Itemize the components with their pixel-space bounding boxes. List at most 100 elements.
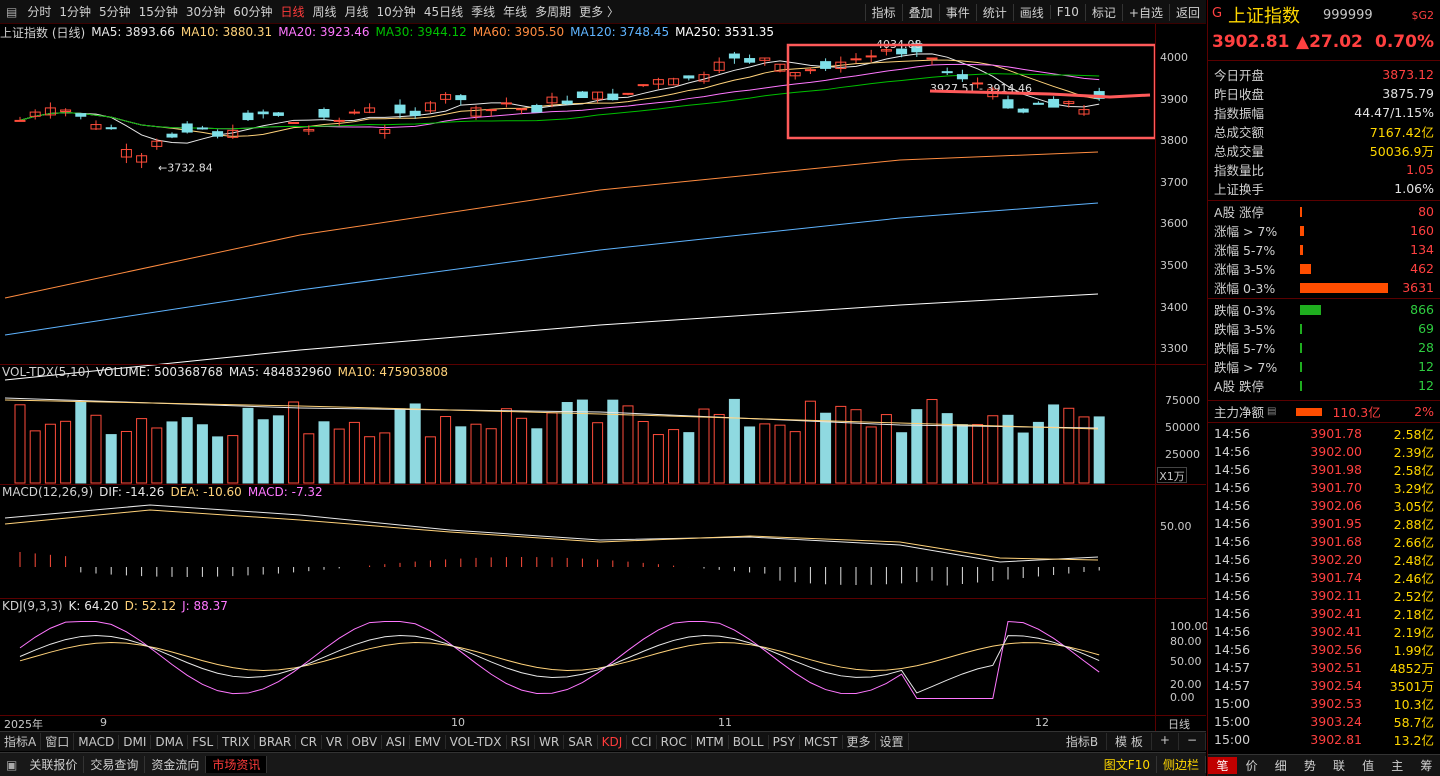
period-tab-3[interactable]: 15分钟 [135, 3, 182, 20]
indicator-tab-11[interactable]: EMV [410, 734, 446, 749]
kline-chart[interactable]: 4034.08←3732.843927.51 - 3914.46 [0, 40, 1155, 730]
indicator-tab-19[interactable]: MTM [692, 734, 729, 749]
toolbar-button-3[interactable]: 统计 [975, 3, 1013, 21]
tick-price: 3902.20 [1310, 551, 1362, 567]
breadth-value: 134 [1410, 242, 1434, 257]
main-flow-row: 主力净额 ▤ 110.3亿 2% [1214, 402, 1434, 421]
quote-tab-3[interactable]: 势 [1295, 757, 1324, 774]
indicator-tab-17[interactable]: CCI [627, 734, 657, 749]
tick-volume: 58.7亿 [1393, 714, 1434, 730]
indicator-tab-2[interactable]: DMI [119, 734, 152, 749]
indicator-a-button[interactable]: 指标A [0, 733, 42, 750]
stat-row: 总成交额 7167.42亿 [1214, 122, 1434, 141]
quote-tab-0[interactable]: 笔 [1208, 757, 1238, 774]
status-tab-1[interactable]: 交易查询 [84, 756, 146, 773]
indicator-tab-22[interactable]: MCST [800, 734, 843, 749]
candle-body [926, 57, 938, 60]
indicator-tab-6[interactable]: BRAR [255, 734, 297, 749]
indicator-tab-4[interactable]: FSL [188, 734, 219, 749]
toolbar-button-5[interactable]: F10 [1049, 5, 1085, 19]
period-tab-8[interactable]: 月线 [341, 3, 373, 20]
volume-bar [972, 424, 984, 484]
indicator-tab-1[interactable]: MACD [74, 734, 120, 749]
candle-body [637, 84, 649, 87]
indicator-tab-9[interactable]: OBV [348, 734, 383, 749]
quote-tab-4[interactable]: 联 [1325, 757, 1354, 774]
tick-row: 14:56 3902.41 2.19亿 [1214, 622, 1434, 640]
volume-bar [288, 401, 300, 484]
period-tab-4[interactable]: 30分钟 [182, 3, 229, 20]
indicator-tab-5[interactable]: TRIX [218, 734, 255, 749]
candle-body [1032, 102, 1044, 105]
indicator-tab-0[interactable]: 窗口 [41, 733, 75, 750]
candle-body [196, 127, 208, 130]
indicator-tab-16[interactable]: KDJ [598, 734, 628, 749]
indicator-right-button-0[interactable]: 指标B [1058, 733, 1108, 750]
chart-title: 上证指数 (日线) [0, 25, 86, 40]
status-right-button-1[interactable]: 侧边栏 [1157, 756, 1206, 773]
breadth-value: 12 [1418, 378, 1434, 393]
toolbar-button-2[interactable]: 事件 [938, 3, 976, 21]
period-tab-14[interactable]: 更多 〉 [575, 3, 623, 20]
tick-volume: 1.99亿 [1393, 642, 1434, 658]
indicator-tab-8[interactable]: VR [322, 734, 348, 749]
quote-tab-7[interactable]: 筹 [1412, 757, 1440, 774]
period-tab-12[interactable]: 年线 [499, 3, 531, 20]
period-tab-2[interactable]: 5分钟 [95, 3, 135, 20]
period-tab-0[interactable]: 分时 [23, 3, 55, 20]
toolbar-button-1[interactable]: 叠加 [901, 3, 939, 21]
indicator-bar: 指标A 窗口 MACD DMI DMA FSL TRIX BRAR CR VR OBV ASI EMV V… [0, 731, 1206, 751]
period-tab-11[interactable]: 季线 [467, 3, 499, 20]
quote-tab-5[interactable]: 值 [1354, 757, 1383, 774]
status-tab-2[interactable]: 资金流向 [145, 756, 207, 773]
tick-volume: 2.39亿 [1393, 444, 1434, 460]
layout-icon[interactable]: ▣ [0, 758, 23, 772]
toolbar-button-8[interactable]: 返回 [1168, 3, 1206, 21]
kdj-k: K: 64.20 [68, 599, 119, 613]
indicator-right-button-1[interactable]: 模 板 [1107, 733, 1152, 750]
indicator-tab-7[interactable]: CR [296, 734, 322, 749]
quote-tab-6[interactable]: 主 [1383, 757, 1412, 774]
indicator-tab-18[interactable]: ROC [657, 734, 692, 749]
toolbar-button-0[interactable]: 指标 [864, 3, 902, 21]
toolbar-button-7[interactable]: +自选 [1121, 3, 1169, 21]
breadth-row: 涨幅 0-3% 3631 [1214, 278, 1434, 297]
status-tab-3[interactable]: 市场资讯 [206, 756, 268, 773]
indicator-tab-12[interactable]: VOL-TDX [446, 734, 507, 749]
toolbar-button-6[interactable]: 标记 [1084, 3, 1122, 21]
indicator-tab-10[interactable]: ASI [382, 734, 411, 749]
indicator-tab-15[interactable]: SAR [564, 734, 598, 749]
indicator-tab-14[interactable]: WR [535, 734, 565, 749]
indicator-tab-24[interactable]: 设置 [876, 733, 909, 750]
candle-body [576, 91, 588, 99]
indicator-tab-23[interactable]: 更多 [843, 733, 876, 750]
indicator-tab-13[interactable]: RSI [507, 734, 536, 749]
vol-ma10: MA10: 475903808 [337, 365, 449, 379]
indicator-tab-20[interactable]: BOLL [729, 734, 769, 749]
tick-row: 14:56 3902.20 2.48亿 [1214, 550, 1434, 568]
volume-bar [29, 430, 41, 484]
period-tab-7[interactable]: 周线 [309, 3, 341, 20]
period-tab-10[interactable]: 45日线 [420, 3, 467, 20]
indicator-tab-3[interactable]: DMA [151, 734, 189, 749]
breadth-value: 80 [1418, 204, 1434, 219]
quote-tab-2[interactable]: 细 [1266, 757, 1295, 774]
period-tab-9[interactable]: 10分钟 [373, 3, 420, 20]
status-tab-0[interactable]: 关联报价 [23, 756, 85, 773]
period-tab-13[interactable]: 多周期 [531, 3, 575, 20]
indicator-right-button-3[interactable]: − [1179, 733, 1206, 750]
toolbar-button-4[interactable]: 画线 [1012, 3, 1050, 21]
tick-volume: 4852万 [1389, 660, 1434, 676]
volume-bar [1078, 416, 1090, 484]
indicator-right-button-2[interactable]: + [1152, 733, 1179, 750]
tick-volume: 3501万 [1389, 678, 1434, 694]
period-tab-1[interactable]: 1分钟 [55, 3, 95, 20]
window-menu-icon[interactable]: ▤ [0, 5, 23, 19]
quote-tab-1[interactable]: 价 [1237, 757, 1266, 774]
indicator-tab-21[interactable]: PSY [769, 734, 800, 749]
candle-body [166, 133, 178, 138]
tick-time: 15:00 [1214, 695, 1251, 711]
period-tab-6[interactable]: 日线 [276, 3, 308, 20]
status-right-button-0[interactable]: 图文F10 [1098, 756, 1157, 773]
period-tab-5[interactable]: 60分钟 [229, 3, 276, 20]
